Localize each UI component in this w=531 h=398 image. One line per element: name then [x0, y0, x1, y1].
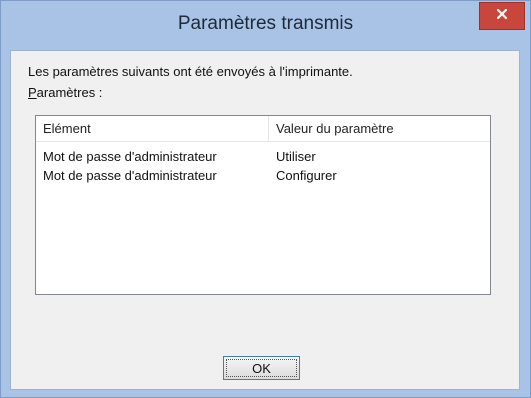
column-header-value[interactable]: Valeur du paramètre: [276, 121, 394, 136]
dialog-content: Les paramètres suivants ont été envoyés …: [10, 50, 520, 390]
row-value: Utiliser: [276, 149, 316, 164]
settings-label: Paramètres :: [28, 85, 102, 100]
column-separator[interactable]: [268, 116, 269, 141]
ok-button[interactable]: OK: [223, 356, 300, 380]
row-value: Configurer: [276, 168, 337, 183]
row-element: Mot de passe d'administrateur: [43, 168, 217, 183]
row-element: Mot de passe d'administrateur: [43, 149, 217, 164]
close-button[interactable]: [479, 2, 525, 30]
title-bar[interactable]: Paramètres transmis: [1, 1, 530, 47]
settings-list[interactable]: Elément Valeur du paramètre Mot de passe…: [35, 115, 491, 295]
dialog-window: Paramètres transmis Les paramètres suiva…: [0, 0, 531, 398]
close-icon: [496, 7, 508, 25]
intro-text: Les paramètres suivants ont été envoyés …: [28, 64, 353, 79]
list-item[interactable]: Mot de passe d'administrateur Utiliser: [36, 149, 490, 166]
list-header: Elément Valeur du paramètre: [36, 116, 490, 142]
column-header-element[interactable]: Elément: [43, 121, 91, 136]
settings-label-rest: aramètres :: [36, 85, 103, 100]
window-title: Paramètres transmis: [177, 13, 354, 34]
settings-label-accesskey: P: [28, 85, 37, 100]
list-item[interactable]: Mot de passe d'administrateur Configurer: [36, 168, 490, 185]
